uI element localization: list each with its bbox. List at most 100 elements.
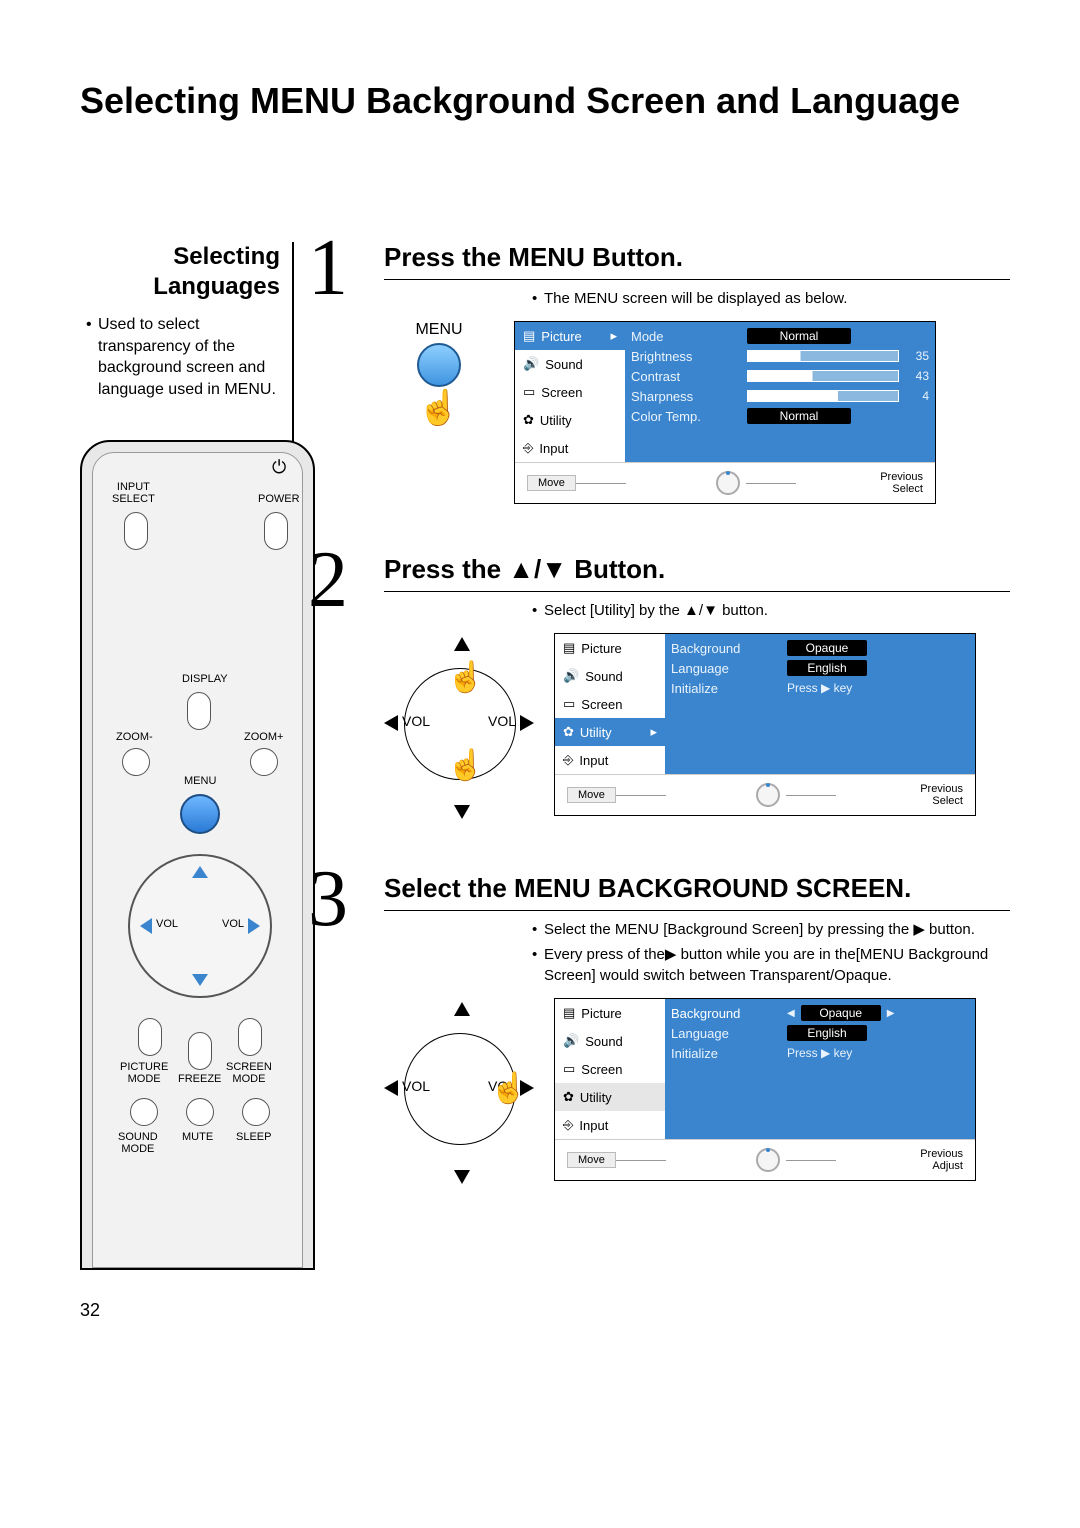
osd3-tab-screen: ▭Screen [555, 1055, 665, 1083]
remote-power-button [264, 512, 288, 550]
step-3: 3 Select the MENU BACKGROUND SCREEN. Sel… [308, 873, 1010, 1188]
picture-icon: ▤ [563, 1005, 575, 1021]
remote-picture-mode-label: PICTURE MODE [120, 1062, 168, 1085]
left-description: Used to select transparency of the backg… [80, 314, 280, 400]
osd1-colortemp-label: Color Temp. [631, 409, 741, 424]
remote-nav-down-icon [192, 974, 208, 986]
remote-input-select-label: INPUT SELECT [112, 482, 155, 505]
menu-round-button-icon [417, 343, 461, 387]
input-icon: ⎆ [563, 752, 573, 768]
knob-icon [716, 471, 740, 495]
dpad-up-icon [454, 637, 470, 651]
left-column: Selecting Languages Used to select trans… [80, 242, 280, 1270]
osd1-tab-input: ⎆Input [515, 434, 625, 462]
osd2-background-value: Opaque [787, 640, 867, 656]
page-title: Selecting MENU Background Screen and Lan… [80, 80, 1010, 122]
osd3-initialize-label: Initialize [671, 1046, 781, 1061]
osd-footer-adjust: Adjust [932, 1160, 963, 1172]
osd1-footer: Move PreviousSelect [515, 462, 935, 503]
osd1-sharpness-bar [747, 390, 899, 402]
osd-footer-select: Select [932, 795, 963, 807]
osd1-sharpness-label: Sharpness [631, 389, 741, 404]
dpad-down-icon [454, 805, 470, 819]
remote-vol-right-label: VOL [222, 918, 244, 930]
remote-sleep-label: SLEEP [236, 1132, 271, 1144]
osd2-tab-utility: ✿Utility▸ [555, 718, 665, 746]
osd3-background-value: Opaque [801, 1005, 881, 1021]
dpad-vol-right: VOL [488, 713, 516, 729]
osd-footer-move: Move [527, 475, 576, 491]
osd-panel-1: ▤Picture▸ 🔊Sound ▭Screen ✿Utility ⎆Input… [514, 321, 936, 504]
dpad-right-icon [520, 715, 534, 731]
osd1-contrast-bar [747, 370, 899, 382]
osd2-background-label: Background [671, 641, 781, 656]
osd1-brightness-value: 35 [905, 349, 929, 363]
picture-icon: ▤ [563, 640, 575, 656]
dpad-up-icon [454, 1002, 470, 1016]
left-subtitle: Selecting Languages [80, 242, 280, 302]
manual-page: Selecting MENU Background Screen and Lan… [0, 0, 1080, 1361]
osd1-tab-screen: ▭Screen [515, 378, 625, 406]
input-icon: ⎆ [523, 440, 533, 456]
dpad-down-icon [454, 1170, 470, 1184]
osd2-initialize-value: Press ▶ key [787, 681, 852, 695]
content-columns: Selecting Languages Used to select trans… [80, 242, 1010, 1270]
osd1-tab-picture: ▤Picture▸ [515, 322, 625, 350]
knob-icon [756, 1148, 780, 1172]
screen-icon: ▭ [563, 1061, 575, 1077]
step3-number: 3 [308, 867, 368, 1188]
osd1-tab-sound: 🔊Sound [515, 350, 625, 378]
remote-display-button [187, 692, 211, 730]
step3-bullet1: Select the MENU [Background Screen] by p… [532, 919, 1010, 940]
dpad-illustration-step3: VOL VOL ☝ [384, 998, 534, 1188]
sound-icon: 🔊 [523, 356, 539, 372]
osd1-mode-value: Normal [747, 328, 851, 344]
osd1-contrast-label: Contrast [631, 369, 741, 384]
osd2-language-value: English [787, 660, 867, 676]
sound-icon: 🔊 [563, 1033, 579, 1049]
remote-freeze-label: FREEZE [178, 1074, 221, 1086]
osd-footer-previous: Previous [880, 471, 923, 483]
remote-control-illustration: INPUT SELECT ⏻ POWER DISPLAY ZOOM- ZOOM+… [80, 440, 315, 1270]
step3-title: Select the MENU BACKGROUND SCREEN. [384, 873, 1010, 911]
step3-bullet2: Every press of the▶ button while you are… [532, 944, 1010, 986]
page-number: 32 [80, 1300, 1010, 1321]
step1-number: 1 [308, 236, 368, 504]
remote-nav-ring: VOL VOL [128, 854, 272, 998]
remote-vol-left-label: VOL [156, 918, 178, 930]
osd2-footer: Move PreviousSelect [555, 774, 975, 815]
utility-icon: ✿ [563, 724, 574, 740]
osd3-language-value: English [787, 1025, 867, 1041]
remote-nav-right-icon [248, 918, 260, 934]
osd2-tab-input: ⎆Input [555, 746, 665, 774]
remote-zoom-plus-label: ZOOM+ [244, 732, 283, 744]
osd-footer-previous: Previous [920, 783, 963, 795]
step-1: 1 Press the MENU Button. The MENU screen… [308, 242, 1010, 504]
remote-screenmode-button [238, 1018, 262, 1056]
osd1-brightness-bar [747, 350, 899, 362]
osd2-tab-screen: ▭Screen [555, 690, 665, 718]
remote-nav-up-icon [192, 866, 208, 878]
remote-sound-mode-label: SOUND MODE [118, 1132, 158, 1155]
osd3-tab-utility: ✿Utility [555, 1083, 665, 1111]
osd-footer-previous: Previous [920, 1148, 963, 1160]
input-icon: ⎆ [563, 1117, 573, 1133]
osd2-tab-sound: 🔊Sound [555, 662, 665, 690]
remote-freeze-button [188, 1032, 212, 1070]
step2-bullet1: Select [Utility] by the ▲/▼ button. [532, 600, 1010, 621]
osd-panel-3: ▤Picture 🔊Sound ▭Screen ✿Utility ⎆Input … [554, 998, 976, 1181]
dpad-vol-left: VOL [402, 713, 430, 729]
step2-title: Press the ▲/▼ Button. [384, 554, 1010, 592]
hand-pointer-icon: ☝ [447, 663, 484, 693]
osd3-tab-sound: 🔊Sound [555, 1027, 665, 1055]
osd-footer-move: Move [567, 1152, 616, 1168]
dpad-vol-left: VOL [402, 1078, 430, 1094]
osd2-tab-picture: ▤Picture [555, 634, 665, 662]
osd1-contrast-value: 43 [905, 369, 929, 383]
osd1-colortemp-value: Normal [747, 408, 851, 424]
remote-power-label: POWER [258, 494, 300, 506]
remote-screen-mode-label: SCREEN MODE [226, 1062, 272, 1085]
osd-panel-2: ▤Picture 🔊Sound ▭Screen ✿Utility▸ ⎆Input… [554, 633, 976, 816]
osd3-tab-picture: ▤Picture [555, 999, 665, 1027]
knob-icon [756, 783, 780, 807]
